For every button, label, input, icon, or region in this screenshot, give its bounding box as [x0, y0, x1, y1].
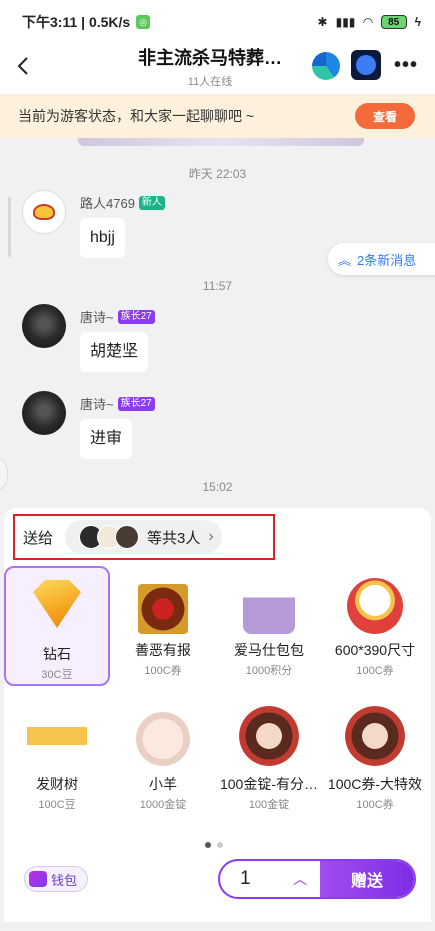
sender-name[interactable]: 唐诗~: [80, 307, 114, 326]
gift-name: 600*390尺寸: [334, 642, 416, 658]
bear-icon: [133, 706, 193, 766]
send-to-row: 送给 等共3人 ›: [13, 514, 275, 560]
page-dot-active[interactable]: [205, 842, 211, 848]
gift-name: 小羊: [149, 776, 177, 792]
diamond-icon: [33, 580, 81, 628]
sender-row: 路人4769 新人: [80, 193, 165, 212]
guest-banner-text: 当前为游客状态，和大家一起聊聊吧 ~: [18, 108, 255, 124]
gift-item[interactable]: 钻石 30C豆: [4, 566, 110, 686]
chat-area[interactable]: 昨天 22:03 路人4769 新人 hbjj ︽ 2条新消息 11:57 唐诗…: [0, 138, 435, 508]
gift-price: 100C券: [356, 665, 394, 677]
sender-row: 唐诗~ 族长27: [80, 307, 155, 326]
gift-price: 1000金锭: [139, 799, 187, 811]
group-title: 非主流杀马特葬…: [138, 48, 282, 68]
online-count: 11人在线: [187, 76, 233, 88]
gift-item[interactable]: 100C券-大特效 100C券: [322, 700, 428, 820]
recipient-avatar: [115, 525, 140, 549]
gift-item[interactable]: 100金锭-有分… 100金锭: [216, 700, 322, 820]
wallet-button[interactable]: 钱包: [24, 866, 88, 892]
timestamp: 昨天 22:03: [188, 167, 247, 181]
chevron-up-icon[interactable]: ︿: [280, 861, 320, 897]
status-left: 下午3:11 | 0.5K/s ◎: [22, 12, 151, 32]
bluetooth-icon: ✱: [317, 15, 328, 29]
sender-name[interactable]: 唐诗~: [80, 394, 114, 413]
gift-name: 善恶有报: [135, 642, 191, 658]
gift-price: 100C券: [144, 665, 182, 677]
gift-item[interactable]: 小羊 1000金锭: [110, 700, 216, 820]
girl-icon: [345, 706, 405, 766]
back-arrow-icon[interactable]: [12, 54, 36, 78]
gift-name: 100C券-大特效: [327, 776, 423, 792]
guest-banner: 当前为游客状态，和大家一起聊聊吧 ~ 查看: [0, 94, 435, 138]
phone-call-icon[interactable]: [351, 50, 381, 80]
handbag-icon: [243, 582, 295, 634]
battery-icon: 85: [380, 15, 407, 29]
title-wrap: 非主流杀马特葬… 11人在线: [110, 44, 310, 89]
gift-name: 100金锭-有分…: [219, 776, 319, 792]
chat-header: 非主流杀马特葬… 11人在线 •••: [0, 44, 435, 94]
recipients-selector[interactable]: 等共3人 ›: [65, 520, 222, 554]
quantity-field[interactable]: 1: [220, 861, 280, 897]
charging-icon: ϟ: [414, 15, 421, 29]
wallet-label: 钱包: [51, 872, 78, 888]
status-right: ✱ ▮▮▮ ◠ 85 ϟ: [318, 15, 421, 29]
timestamp: 15:02: [202, 480, 233, 494]
gift-panel: 送给 等共3人 › 钻石 30C豆 善恶有报 100C券 爱马仕包包 1000积…: [4, 508, 431, 922]
frame-icon: [138, 584, 188, 634]
gift-item[interactable]: 爱马仕包包 1000积分: [216, 566, 322, 686]
view-button[interactable]: 查看: [355, 103, 415, 129]
double-chevron-up-icon: ︽: [338, 252, 352, 268]
avatar[interactable]: [22, 304, 66, 348]
timestamp: 11:57: [202, 279, 233, 293]
gift-price: 30C豆: [41, 669, 73, 681]
app-notification-icon: ◎: [136, 15, 151, 29]
message-bubble[interactable]: 进审: [80, 419, 133, 459]
gift-price: 1000积分: [245, 665, 293, 677]
new-messages-label: 2条新消息: [357, 252, 417, 268]
new-messages-button[interactable]: ︽ 2条新消息: [328, 243, 435, 275]
newcomer-badge: 新人: [138, 195, 165, 210]
send-to-label: 送给: [23, 529, 54, 547]
gift-price: 100金锭: [248, 799, 290, 811]
sign-icon: [27, 706, 87, 766]
recipients-summary: 等共3人: [147, 529, 201, 547]
lucky-cat-icon: [347, 578, 403, 634]
sender-name[interactable]: 路人4769: [80, 193, 135, 212]
gift-name: 发财树: [36, 776, 78, 792]
more-options-icon[interactable]: •••: [394, 54, 418, 77]
gift-name: 钻石: [43, 646, 71, 662]
recipient-avatars: [79, 525, 140, 549]
page-dot[interactable]: [217, 842, 223, 848]
wifi-icon: ◠: [363, 15, 373, 29]
edge-browser-icon[interactable]: [312, 52, 340, 80]
gift-price: 100C豆: [38, 799, 76, 811]
status-bar: 下午3:11 | 0.5K/s ◎ ✱ ▮▮▮ ◠ 85 ϟ: [0, 0, 435, 44]
message-bubble[interactable]: hbjj: [80, 218, 125, 258]
message-bubble[interactable]: 胡楚坚: [80, 332, 149, 372]
page-indicator: [205, 842, 223, 848]
scroll-indicator: [8, 197, 11, 257]
gift-item[interactable]: 600*390尺寸 100C券: [322, 566, 428, 686]
send-gift-button[interactable]: 赠送: [320, 861, 414, 897]
status-time: 下午3:11 | 0.5K/s: [22, 14, 131, 30]
avatar[interactable]: [22, 391, 66, 435]
clan-leader-badge: 族长27: [117, 396, 155, 411]
wallet-icon: [29, 871, 47, 887]
signal-icon: ▮▮▮: [335, 15, 356, 29]
chevron-right-icon: ›: [208, 528, 214, 545]
gift-price: 100C券: [356, 799, 394, 811]
gift-name: 爱马仕包包: [234, 642, 304, 658]
sender-row: 唐诗~ 族长27: [80, 394, 155, 413]
avatar[interactable]: [22, 190, 66, 234]
clan-leader-badge: 族长27: [117, 309, 155, 324]
quantity-send-group: 1 ︿ 赠送: [218, 859, 416, 899]
girl-icon: [239, 706, 299, 766]
gift-item[interactable]: 发财树 100C豆: [4, 700, 110, 820]
previous-image-message[interactable]: [78, 138, 364, 146]
gift-item[interactable]: 善恶有报 100C券: [110, 566, 216, 686]
